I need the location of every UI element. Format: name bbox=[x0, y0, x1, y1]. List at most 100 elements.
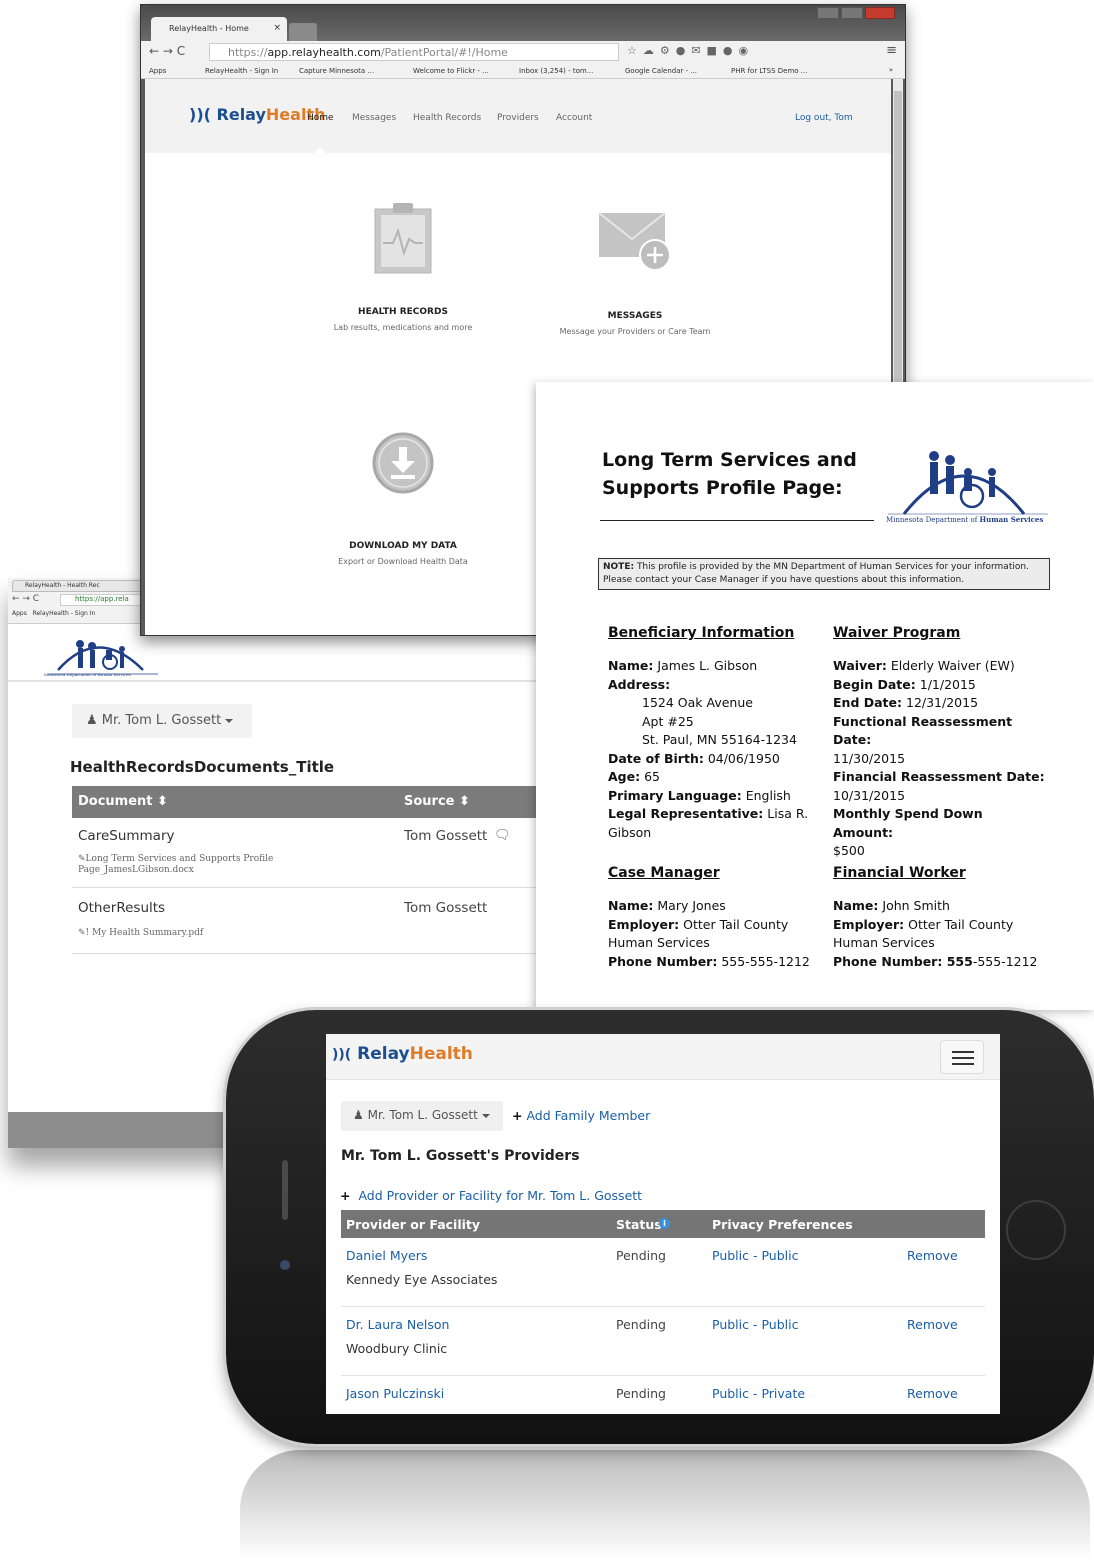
phone-value: 555-555-1212 bbox=[717, 953, 810, 969]
spend-down-value: $500 bbox=[833, 843, 865, 858]
privacy-link[interactable]: Public - Private bbox=[712, 1386, 805, 1401]
privacy-link[interactable]: Public - Public bbox=[712, 1248, 798, 1263]
bookmark-relayhealth-sign-in[interactable]: RelayHealth - Sign In bbox=[205, 67, 278, 75]
status-value: Pending bbox=[616, 1248, 666, 1263]
user-menu-dropdown[interactable]: ♟ Mr. Tom L. Gossett bbox=[341, 1101, 503, 1131]
attachment-filename: Long Term Services and Supports Profile … bbox=[78, 854, 274, 875]
plus-icon: + bbox=[340, 1188, 351, 1203]
tab-relayhealth-home[interactable]: RelayHealth - Home × bbox=[151, 17, 287, 41]
hamburger-icon bbox=[952, 1051, 974, 1053]
address-bar[interactable]: https://app.rela bbox=[60, 594, 150, 606]
address-line: Apt #25 bbox=[642, 713, 694, 729]
language-value: English bbox=[741, 787, 791, 803]
user-menu-dropdown[interactable]: ♟ Mr. Tom L. Gossett bbox=[72, 704, 252, 738]
envelope-plus-icon bbox=[598, 212, 671, 271]
bookmark-apps[interactable]: Apps bbox=[12, 610, 27, 617]
phone-speaker bbox=[282, 1160, 288, 1220]
close-tab-icon[interactable]: × bbox=[273, 23, 281, 33]
bookmark-google-calendar[interactable]: Google Calendar - ... bbox=[625, 67, 697, 75]
menu-icon[interactable]: ≡ bbox=[886, 43, 897, 58]
health-records-tile[interactable]: HEALTH RECORDS Lab results, medications … bbox=[313, 199, 493, 349]
column-source[interactable]: Source ⬍ bbox=[404, 794, 470, 809]
nav-providers[interactable]: Providers bbox=[497, 113, 539, 123]
bookmarks-bar: Apps RelayHealth - Sign In bbox=[12, 610, 95, 617]
table-row[interactable]: CareSummary Tom Gossett 🗨 ✎Long Term Ser… bbox=[72, 818, 548, 888]
title-line-1: Long Term Services and bbox=[602, 449, 857, 471]
scrollbar-thumb[interactable] bbox=[894, 91, 902, 421]
nav-account[interactable]: Account bbox=[556, 113, 592, 123]
phone-value-prefix: 555 bbox=[942, 953, 973, 969]
back-forward-reload-icons[interactable]: ← → C bbox=[149, 44, 185, 58]
nav-health-records[interactable]: Health Records bbox=[413, 113, 481, 123]
minimize-icon[interactable] bbox=[817, 7, 839, 19]
financial-worker-section: Financial Worker Name: John Smith Employ… bbox=[833, 865, 1047, 971]
relayhealth-logo[interactable]: ))( RelayHealth bbox=[189, 105, 325, 124]
extension-icons[interactable]: ☆☁⚙●✉■●◉ bbox=[627, 44, 754, 57]
document-source: Tom Gossett bbox=[404, 828, 488, 844]
tab-health-records[interactable]: RelayHealth - Health Rec bbox=[12, 580, 142, 592]
provider-name-link[interactable]: Jason Pulczinski bbox=[346, 1386, 444, 1401]
remove-link[interactable]: Remove bbox=[907, 1317, 958, 1332]
age-value: 65 bbox=[640, 769, 660, 784]
tab-title: RelayHealth - Health Rec bbox=[25, 582, 100, 589]
bookmark-relayhealth[interactable]: RelayHealth - Sign In bbox=[33, 610, 96, 617]
providers-table-header: Provider or Facility Status i Privacy Pr… bbox=[341, 1210, 985, 1238]
relayhealth-logo[interactable]: ))( RelayHealth bbox=[332, 1044, 473, 1064]
waiver-label: Waiver: bbox=[833, 658, 887, 673]
download-my-data-tile[interactable]: DOWNLOAD MY DATA Export or Download Heal… bbox=[313, 431, 493, 571]
column-document[interactable]: Document ⬍ bbox=[78, 794, 168, 809]
bookmark-apps[interactable]: Apps bbox=[149, 67, 166, 75]
more-bookmarks-icon[interactable]: » bbox=[889, 66, 893, 74]
tile-title: HEALTH RECORDS bbox=[358, 307, 448, 317]
nav-buttons[interactable]: ← → C bbox=[12, 594, 39, 604]
column-status: Status bbox=[616, 1217, 662, 1232]
status-value: Pending bbox=[616, 1317, 666, 1332]
end-date-label: End Date: bbox=[833, 695, 903, 710]
dob-label: Date of Birth: bbox=[608, 750, 704, 766]
title-rule bbox=[600, 520, 874, 521]
column-provider: Provider or Facility bbox=[346, 1217, 481, 1232]
mobile-header: ))( RelayHealth bbox=[326, 1034, 1000, 1080]
document-name[interactable]: CareSummary bbox=[78, 828, 175, 844]
provider-name-link[interactable]: Dr. Laura Nelson bbox=[346, 1317, 449, 1332]
table-row: Dr. Laura Nelson Woodbury Clinic Pending… bbox=[341, 1307, 985, 1376]
financial-worker-heading: Financial Worker bbox=[833, 865, 966, 881]
name-label: Name: bbox=[608, 898, 654, 913]
home-button[interactable] bbox=[1006, 1200, 1066, 1260]
bookmark-phr-demo[interactable]: PHR for LTSS Demo ... bbox=[731, 67, 807, 75]
providers-heading: Mr. Tom L. Gossett's Providers bbox=[341, 1148, 580, 1164]
maximize-icon[interactable] bbox=[841, 7, 863, 19]
close-window-icon[interactable] bbox=[865, 7, 895, 19]
url-path: /PatientPortal/#!/Home bbox=[380, 46, 508, 59]
bookmark-inbox[interactable]: Inbox (3,254) - tom... bbox=[519, 67, 593, 75]
attachment-link[interactable]: ✎Long Term Services and Supports Profile… bbox=[78, 854, 298, 876]
nav-home[interactable]: Home bbox=[307, 113, 334, 123]
attachment-link[interactable]: ✎! My Health Summary.pdf bbox=[78, 928, 203, 938]
privacy-link[interactable]: Public - Public bbox=[712, 1317, 798, 1332]
clipboard-icon bbox=[374, 203, 432, 274]
address-bar[interactable]: https://app.relayhealth.com/PatientPorta… bbox=[209, 43, 619, 61]
waiver-section: Waiver Program Waiver: Elderly Waiver (E… bbox=[833, 625, 1047, 861]
add-family-member-link[interactable]: + Add Family Member bbox=[512, 1108, 650, 1123]
remove-link[interactable]: Remove bbox=[907, 1248, 958, 1263]
info-icon[interactable]: i bbox=[659, 1218, 670, 1229]
attachment-filename: ! My Health Summary.pdf bbox=[85, 928, 204, 938]
document-name[interactable]: OtherResults bbox=[78, 900, 165, 916]
bookmark-capture-minnesota[interactable]: Capture Minnesota ... bbox=[299, 67, 374, 75]
tile-title: MESSAGES bbox=[607, 311, 663, 321]
page-title: HealthRecordsDocuments_Title bbox=[70, 758, 335, 776]
bookmark-flickr[interactable]: Welcome to Flickr - ... bbox=[413, 67, 489, 75]
tile-subtitle: Export or Download Health Data bbox=[338, 557, 468, 566]
add-provider-link[interactable]: + Add Provider or Facility for Mr. Tom L… bbox=[340, 1188, 642, 1203]
nav-messages[interactable]: Messages bbox=[352, 113, 396, 123]
table-row[interactable]: OtherResults Tom Gossett ✎! My Health Su… bbox=[72, 888, 548, 954]
remove-link[interactable]: Remove bbox=[907, 1386, 958, 1401]
facility-name: Woodbury Clinic bbox=[346, 1341, 448, 1356]
logout-link[interactable]: Log out, Tom bbox=[795, 113, 853, 123]
waiver-value: Elderly Waiver (EW) bbox=[886, 658, 1015, 673]
new-tab-button[interactable] bbox=[289, 23, 317, 41]
comment-icon[interactable]: 🗨 bbox=[494, 828, 511, 843]
provider-name-link[interactable]: Daniel Myers bbox=[346, 1248, 427, 1263]
messages-tile[interactable]: MESSAGES Message your Providers or Care … bbox=[541, 209, 729, 349]
hamburger-menu-button[interactable] bbox=[940, 1040, 984, 1074]
